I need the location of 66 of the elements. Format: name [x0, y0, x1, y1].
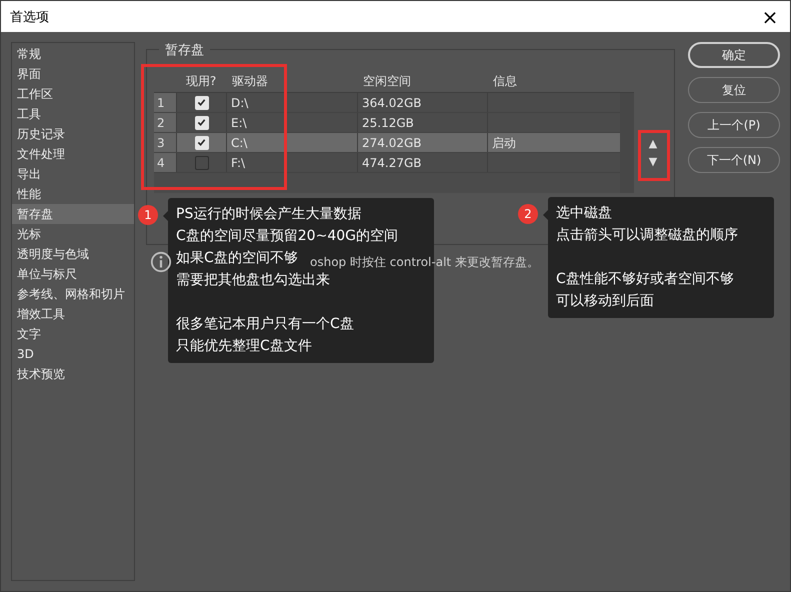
tooltip-text: 点击箭头可以调整磁盘的顺序 — [556, 226, 738, 245]
table-cell: F:\ — [226, 153, 357, 172]
tooltip-text: 很多笔记本用户只有一个C盘 — [176, 315, 354, 334]
info-text: oshop 时按住 control-alt 来更改暂存盘。 — [310, 255, 539, 269]
move-up-button[interactable]: ▲ — [645, 134, 661, 152]
sidebar-item[interactable]: 界面 — [12, 64, 134, 84]
sidebar-item[interactable]: 文字 — [12, 324, 134, 344]
column-header: 空闲空间 — [362, 72, 412, 90]
highlight-frame — [638, 130, 670, 181]
tooltip-text: C盘性能不够好或者空间不够 — [556, 270, 734, 289]
sidebar-item[interactable]: 单位与标尺 — [12, 264, 134, 284]
sidebar-item[interactable]: 技术预览 — [12, 364, 134, 384]
checkmark-icon — [197, 98, 206, 107]
tooltip-text: 需要把其他盘也勾选出来 — [176, 271, 330, 290]
group-title: 暂存盘 — [159, 41, 210, 59]
column-header: 驱动器 — [231, 72, 269, 90]
move-down-button[interactable]: ▼ — [645, 152, 661, 170]
checkmark-icon — [197, 138, 206, 147]
column-header: 现用? — [184, 72, 218, 90]
tooltip-text: 只能优先整理C盘文件 — [176, 337, 312, 356]
dialog-button[interactable]: 复位 — [688, 77, 780, 103]
sidebar-item[interactable]: 3D — [12, 344, 134, 364]
number-badge: 1 — [138, 205, 158, 225]
table-cell: 25.12GB — [357, 113, 487, 132]
info-icon — [150, 251, 172, 273]
dialog-button[interactable]: 确定 — [688, 42, 780, 68]
dialog-button[interactable]: 上一个(P) — [688, 112, 780, 138]
number-badge: 2 — [518, 204, 538, 224]
sidebar-item[interactable]: 性能 — [12, 184, 134, 204]
sidebar-item[interactable]: 暂存盘 — [12, 204, 134, 224]
scrollbar[interactable] — [620, 93, 634, 193]
sidebar-item[interactable]: 文件处理 — [12, 144, 134, 164]
table-cell: 364.02GB — [357, 93, 487, 112]
tooltip-text: PS运行的时候会产生大量数据 — [176, 205, 362, 224]
checkmark-icon — [197, 118, 206, 127]
sidebar-item[interactable]: 透明度与色域 — [12, 244, 134, 264]
sidebar-item[interactable]: 导出 — [12, 164, 134, 184]
tooltip-text: 如果C盘的空间不够 — [176, 249, 298, 268]
sidebar-item[interactable]: 历史记录 — [12, 124, 134, 144]
dialog-button[interactable]: 下一个(N) — [688, 147, 780, 173]
tooltip-text: 选中磁盘 — [556, 204, 612, 223]
table-cell: 274.02GB — [357, 133, 487, 152]
table-cell: C:\ — [226, 133, 357, 152]
window-title: 首选项 — [10, 8, 49, 26]
table-cell: 启动 — [492, 136, 516, 150]
sidebar-item[interactable]: 工具 — [12, 104, 134, 124]
column-header: 信息 — [492, 72, 518, 90]
sidebar-item[interactable]: 增效工具 — [12, 304, 134, 324]
table-cell: D:\ — [226, 93, 357, 112]
sidebar-item[interactable]: 光标 — [12, 224, 134, 244]
checkbox[interactable] — [194, 156, 208, 170]
table-cell: 474.27GB — [357, 153, 487, 172]
row-number: 2 — [154, 113, 176, 132]
tooltip-text: 可以移动到后面 — [556, 292, 654, 311]
row-number: 3 — [154, 133, 176, 152]
table-row[interactable]: 4 F:\ 474.27GB — [154, 153, 620, 173]
sidebar-item[interactable]: 常规 — [12, 44, 134, 64]
table-row[interactable]: 3 C:\ 274.02GB 启动 — [154, 133, 620, 153]
table-cell: E:\ — [226, 113, 357, 132]
sidebar-item[interactable]: 工作区 — [12, 84, 134, 104]
close-button[interactable]: × — [750, 2, 790, 32]
tooltip-text: C盘的空间尽量预留20~40G的空间 — [176, 227, 398, 246]
row-number: 1 — [154, 93, 176, 112]
sidebar-item[interactable]: 参考线、网格和切片 — [12, 284, 134, 304]
table-row[interactable]: 1 D:\ 364.02GB — [154, 93, 620, 113]
row-number: 4 — [154, 153, 176, 172]
